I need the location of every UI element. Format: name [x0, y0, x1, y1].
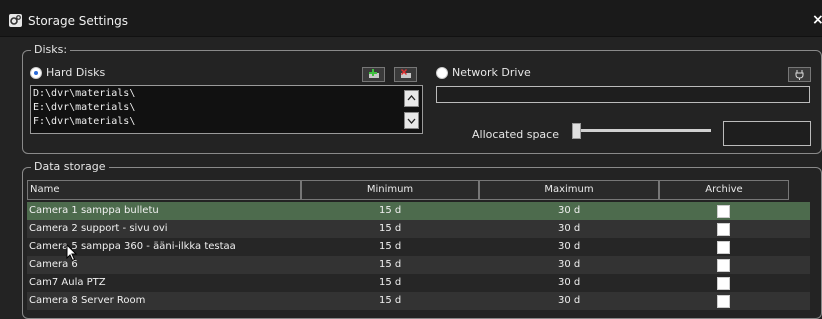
- row-maximum: 30 d: [558, 223, 581, 234]
- data-storage-legend: Data storage: [31, 160, 109, 173]
- hard-disks-label: Hard Disks: [46, 66, 106, 79]
- row-name: Cam7 Aula PTZ: [29, 277, 106, 288]
- row-maximum: 30 d: [558, 259, 581, 270]
- disk-paths-list[interactable]: D:\dvr\materials\ E:\dvr\materials\ F:\d…: [30, 85, 423, 134]
- network-drive-label: Network Drive: [452, 66, 531, 79]
- chevron-down-icon: [407, 118, 416, 124]
- remove-disk-button[interactable]: [394, 67, 417, 82]
- column-header-minimum[interactable]: Minimum: [301, 180, 479, 200]
- allocated-space-label: Allocated space: [472, 128, 559, 141]
- row-name: Camera 5 samppa 360 - ääni-ilkka testaa: [29, 241, 236, 252]
- network-drive-radio[interactable]: [436, 67, 448, 79]
- row-minimum: 15 d: [379, 295, 402, 306]
- column-header-archive[interactable]: Archive: [659, 180, 789, 200]
- column-header-name[interactable]: Name: [27, 180, 301, 200]
- row-maximum: 30 d: [558, 277, 581, 288]
- column-header-maximum[interactable]: Maximum: [479, 180, 659, 200]
- hard-disks-radio[interactable]: [30, 67, 42, 79]
- chevron-up-icon: [407, 95, 416, 101]
- table-row[interactable]: Camera 2 support - sivu ovi 15 d 30 d: [27, 220, 810, 238]
- allocated-space-field[interactable]: [723, 121, 811, 146]
- disks-legend: Disks:: [31, 43, 71, 56]
- table-row[interactable]: Camera 8 Server Room 15 d 30 d: [27, 292, 810, 310]
- table-row[interactable]: Cam7 Aula PTZ 15 d 30 d: [27, 274, 810, 292]
- close-icon[interactable]: ×: [812, 12, 822, 28]
- window-title: Storage Settings: [28, 14, 128, 28]
- network-drive-path-input[interactable]: [436, 86, 810, 103]
- archive-checkbox[interactable]: [717, 205, 730, 218]
- list-item[interactable]: E:\dvr\materials\: [33, 102, 135, 114]
- scroll-down-button[interactable]: [404, 112, 419, 129]
- allocated-space-slider-handle[interactable]: [572, 123, 581, 139]
- archive-checkbox[interactable]: [717, 223, 730, 236]
- settings-gears-icon: [9, 14, 22, 27]
- list-item[interactable]: F:\dvr\materials\: [33, 116, 135, 128]
- archive-checkbox[interactable]: [717, 277, 730, 290]
- archive-checkbox[interactable]: [717, 259, 730, 272]
- add-disk-icon: [369, 69, 379, 78]
- row-name: Camera 1 samppa bulletu: [29, 205, 159, 216]
- row-minimum: 15 d: [379, 205, 402, 216]
- table-row[interactable]: Camera 6 15 d 30 d: [27, 256, 810, 274]
- archive-checkbox[interactable]: [717, 241, 730, 254]
- table-row[interactable]: Camera 1 samppa bulletu 15 d 30 d: [27, 202, 810, 220]
- row-maximum: 30 d: [558, 205, 581, 216]
- row-name: Camera 8 Server Room: [29, 295, 146, 306]
- plug-icon: [795, 70, 804, 80]
- row-maximum: 30 d: [558, 241, 581, 252]
- row-minimum: 15 d: [379, 259, 402, 270]
- row-minimum: 15 d: [379, 223, 402, 234]
- row-name: Camera 2 support - sivu ovi: [29, 223, 168, 234]
- mouse-cursor-icon: [66, 244, 78, 262]
- row-minimum: 15 d: [379, 277, 402, 288]
- table-row[interactable]: Camera 5 samppa 360 - ääni-ilkka testaa …: [27, 238, 810, 256]
- list-item[interactable]: D:\dvr\materials\: [33, 88, 135, 100]
- add-disk-button[interactable]: [362, 67, 385, 82]
- allocated-space-slider-track[interactable]: [577, 129, 711, 132]
- row-maximum: 30 d: [558, 295, 581, 306]
- remove-disk-icon: [401, 69, 411, 78]
- title-bar: Storage Settings ×: [0, 0, 822, 37]
- row-minimum: 15 d: [379, 241, 402, 252]
- scroll-up-button[interactable]: [404, 90, 419, 107]
- network-drive-connect-button[interactable]: [788, 67, 811, 82]
- archive-checkbox[interactable]: [717, 295, 730, 308]
